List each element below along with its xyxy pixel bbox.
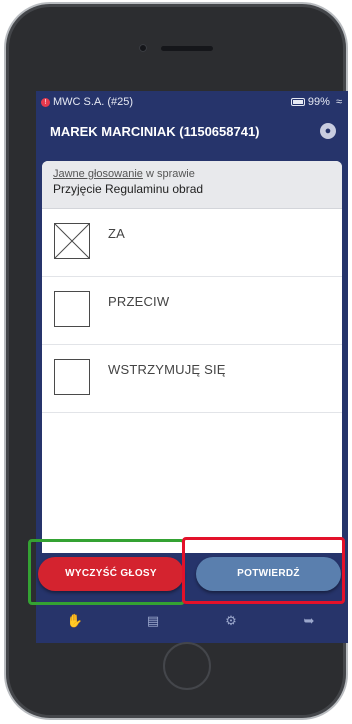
logout-icon[interactable]: ➥ (289, 613, 329, 629)
option-przeciw[interactable]: PRZECIW (42, 277, 342, 345)
home-button[interactable] (163, 642, 211, 690)
option-checkbox[interactable] (54, 359, 90, 395)
status-bar: ! MWC S.A. (#25) 99% ≈ (36, 91, 348, 113)
wifi-icon: ≈ (335, 96, 342, 108)
app-header: MAREK MARCINIAK (1150658741) ● (36, 113, 348, 149)
battery-icon (290, 98, 305, 106)
user-title: MAREK MARCINIAK (1150658741) (50, 123, 260, 139)
battery-level: 99% (307, 96, 330, 108)
clear-votes-button[interactable]: WYCZYŚĆ GŁOSY (38, 557, 184, 591)
globe-icon[interactable]: ● (320, 123, 336, 139)
option-za[interactable]: ZA (42, 209, 342, 277)
option-label: PRZECIW (108, 294, 170, 309)
option-wstrzymuje[interactable]: WSTRZYMUJĘ SIĘ (42, 345, 342, 413)
app-screen: ! MWC S.A. (#25) 99% ≈ MAREK MARCINIAK (… (36, 91, 348, 643)
vote-type: Jawne głosowanie w sprawie (53, 168, 331, 180)
error-dot-icon: ! (41, 97, 50, 107)
hand-icon[interactable]: ✋ (55, 613, 95, 629)
vote-subject: Przyjęcie Regulaminu obrad (53, 182, 204, 196)
option-label: WSTRZYMUJĘ SIĘ (108, 362, 226, 377)
option-checkbox[interactable] (54, 291, 90, 327)
speaker-grille (161, 46, 213, 51)
vote-header: Jawne głosowanie w sprawie Przyjęcie Reg… (42, 161, 342, 209)
action-bar: WYCZYŚĆ GŁOSY POTWIERDŹ (36, 553, 348, 599)
confirm-button[interactable]: POTWIERDŹ (196, 557, 341, 591)
option-checkbox-checked[interactable] (54, 223, 90, 259)
camera-icon (139, 44, 147, 52)
vote-card: Jawne głosowanie w sprawie Przyjęcie Reg… (42, 161, 342, 553)
check-x-icon (55, 224, 89, 258)
option-label: ZA (108, 226, 126, 241)
vote-type-suffix: w sprawie (142, 168, 195, 180)
vote-type-link[interactable]: Jawne głosowanie (53, 168, 143, 180)
company-label: MWC S.A. (#25) (53, 96, 134, 108)
phone-frame: ! MWC S.A. (#25) 99% ≈ MAREK MARCINIAK (… (4, 2, 348, 720)
chat-icon[interactable]: ▤ (133, 613, 173, 629)
gear-icon[interactable]: ⚙ (211, 613, 251, 629)
bottom-nav: ✋ ▤ ⚙ ➥ (36, 599, 348, 643)
